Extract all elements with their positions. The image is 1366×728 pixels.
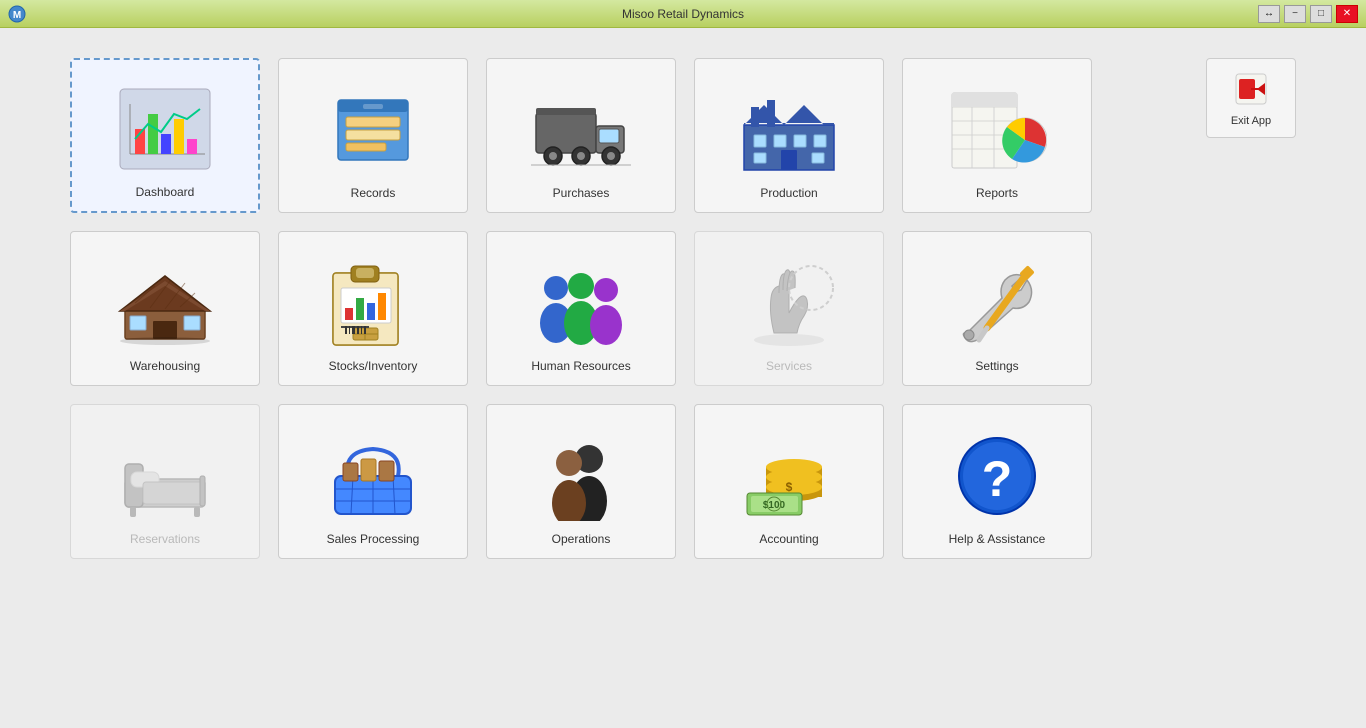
module-grid: Dashboard Records: [70, 58, 1092, 559]
tile-reports[interactable]: Reports: [902, 58, 1092, 213]
reports-icon: [947, 80, 1047, 180]
exit-icon: [1231, 69, 1271, 109]
operations-label: Operations: [552, 532, 611, 546]
tile-settings[interactable]: Settings: [902, 231, 1092, 386]
tile-records[interactable]: Records: [278, 58, 468, 213]
dashboard-icon: [115, 79, 215, 179]
help-assistance-icon: ?: [947, 426, 1047, 526]
production-label: Production: [760, 186, 817, 200]
tile-sales-processing[interactable]: Sales Processing: [278, 404, 468, 559]
help-assistance-label: Help & Assistance: [949, 532, 1046, 546]
records-label: Records: [351, 186, 396, 200]
tile-services[interactable]: Services: [694, 231, 884, 386]
dashboard-label: Dashboard: [136, 185, 195, 199]
tile-help-assistance[interactable]: ? Help & Assistance: [902, 404, 1092, 559]
title-bar: M Misoo Retail Dynamics ↔ − □ ✕: [0, 0, 1366, 28]
purchases-label: Purchases: [553, 186, 610, 200]
resize-icon[interactable]: ↔: [1258, 5, 1280, 23]
exit-app-button[interactable]: Exit App: [1206, 58, 1296, 138]
services-label: Services: [766, 359, 812, 373]
tile-warehousing[interactable]: Warehousing: [70, 231, 260, 386]
services-icon: [739, 253, 839, 353]
production-icon: [739, 80, 839, 180]
svg-text:$: $: [786, 480, 793, 494]
reservations-label: Reservations: [130, 532, 200, 546]
accounting-icon: $ $100: [739, 426, 839, 526]
minimize-button[interactable]: −: [1284, 5, 1306, 23]
tile-stocks-inventory[interactable]: Stocks/Inventory: [278, 231, 468, 386]
sales-processing-icon: [323, 426, 423, 526]
purchases-icon: [531, 80, 631, 180]
svg-text:M: M: [13, 10, 21, 21]
tile-operations[interactable]: Operations: [486, 404, 676, 559]
tile-human-resources[interactable]: Human Resources: [486, 231, 676, 386]
human-resources-icon: [531, 253, 631, 353]
window-controls: ↔ − □ ✕: [1258, 5, 1358, 23]
tile-production[interactable]: Production: [694, 58, 884, 213]
reports-label: Reports: [976, 186, 1018, 200]
records-icon: [323, 80, 423, 180]
tile-dashboard[interactable]: Dashboard: [70, 58, 260, 213]
reservations-icon: [115, 426, 215, 526]
close-button[interactable]: ✕: [1336, 5, 1358, 23]
settings-icon: [947, 253, 1047, 353]
tile-purchases[interactable]: Purchases: [486, 58, 676, 213]
tile-reservations[interactable]: Reservations: [70, 404, 260, 559]
stocks-inventory-icon: [323, 253, 423, 353]
svg-text:$100: $100: [763, 500, 786, 511]
exit-app-label: Exit App: [1231, 115, 1271, 127]
tile-accounting[interactable]: $ $100 Accounting: [694, 404, 884, 559]
warehousing-label: Warehousing: [130, 359, 200, 373]
operations-icon: [531, 426, 631, 526]
maximize-button[interactable]: □: [1310, 5, 1332, 23]
main-content: Dashboard Records: [0, 28, 1366, 728]
stocks-inventory-label: Stocks/Inventory: [329, 359, 418, 373]
human-resources-label: Human Resources: [531, 359, 630, 373]
settings-label: Settings: [975, 359, 1018, 373]
app-icon: M: [8, 5, 26, 23]
sales-processing-label: Sales Processing: [327, 532, 420, 546]
window-title: Misoo Retail Dynamics: [622, 7, 744, 21]
svg-text:?: ?: [982, 451, 1013, 507]
accounting-label: Accounting: [759, 532, 818, 546]
title-bar-left: M: [8, 5, 26, 23]
warehousing-icon: [115, 253, 215, 353]
